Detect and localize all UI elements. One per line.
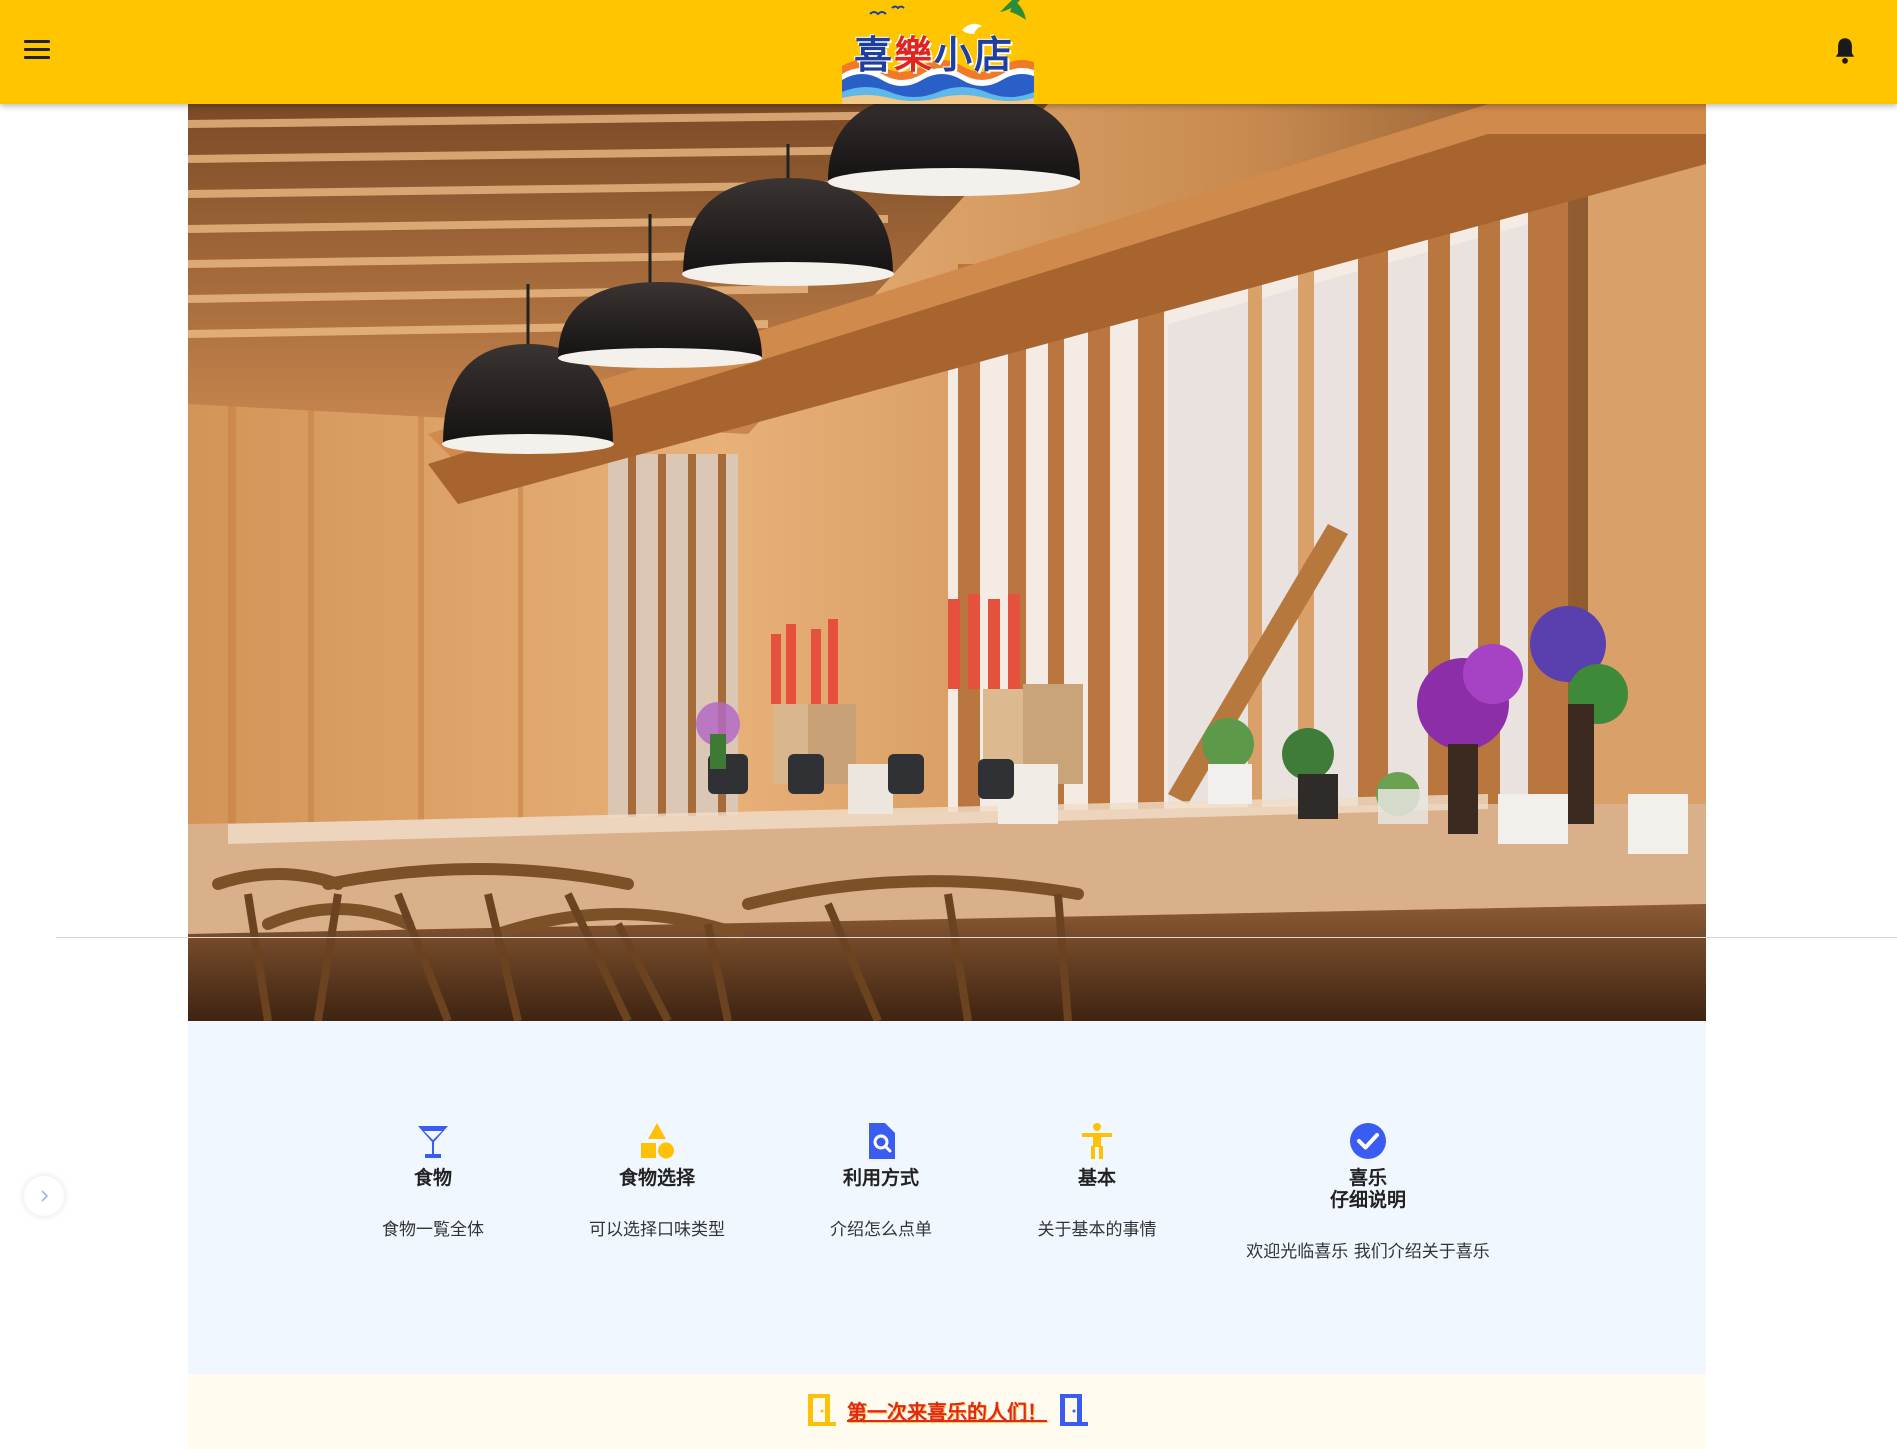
cocktail-glass-icon <box>418 1126 448 1158</box>
store-logo[interactable]: 喜樂小店 <box>842 0 1034 104</box>
door-icon <box>1060 1394 1089 1426</box>
feature-food-selection[interactable]: 食物选择 可以选择口味类型 <box>527 1121 787 1241</box>
welcome-banner: 第一次来喜乐的人们！ <box>188 1374 1706 1449</box>
feature-title-line1: 喜乐 <box>1348 1167 1387 1189</box>
feature-title: 食物选择 <box>618 1167 695 1189</box>
divider-line <box>56 937 1897 938</box>
feature-desc: 欢迎光临喜乐 我们介绍关于喜乐 <box>1246 1242 1490 1262</box>
feature-basics[interactable]: 基本 关于基本的事情 <box>967 1121 1227 1241</box>
check-circle-icon <box>1350 1123 1386 1159</box>
feature-title: 食物 <box>413 1167 452 1189</box>
shapes-icon <box>641 1123 674 1159</box>
carousel-next-button[interactable] <box>24 1176 64 1216</box>
feature-title: 喜乐 仔细说明 <box>1218 1167 1518 1211</box>
hero-image <box>188 104 1706 1021</box>
accessibility-icon <box>1082 1123 1112 1159</box>
first-time-visitors-link[interactable]: 第一次来喜乐的人们！ <box>847 1396 1047 1425</box>
bell-icon[interactable] <box>1831 36 1859 66</box>
features-section: 食物 食物一覧全体 食物选择 可以选择口味类型 利用方式 介绍怎么点单 基本 关… <box>188 1021 1706 1374</box>
feature-desc: 关于基本的事情 <box>1037 1220 1157 1240</box>
feature-food[interactable]: 食物 食物一覧全体 <box>303 1121 563 1241</box>
page: 喜樂小店 食物 食物一覧全体 食物选择 可以选择口味类型 利用方式 介绍怎么点单… <box>0 0 1897 1449</box>
feature-title: 基本 <box>1077 1167 1116 1189</box>
file-search-icon <box>869 1123 895 1159</box>
feature-title-line2: 仔细说明 <box>1329 1189 1406 1211</box>
hamburger-menu-icon[interactable] <box>24 40 50 62</box>
feature-about[interactable]: 喜乐 仔细说明 欢迎光临喜乐 我们介绍关于喜乐 <box>1218 1121 1518 1263</box>
logo-text: 喜樂小店 <box>854 32 1015 77</box>
chevron-right-icon <box>41 1190 49 1202</box>
restaurant-interior-photo <box>188 104 1706 1021</box>
feature-desc: 食物一覧全体 <box>382 1220 484 1240</box>
door-icon <box>807 1394 836 1426</box>
feature-desc: 可以选择口味类型 <box>589 1220 725 1240</box>
top-app-bar: 喜樂小店 <box>0 0 1897 104</box>
